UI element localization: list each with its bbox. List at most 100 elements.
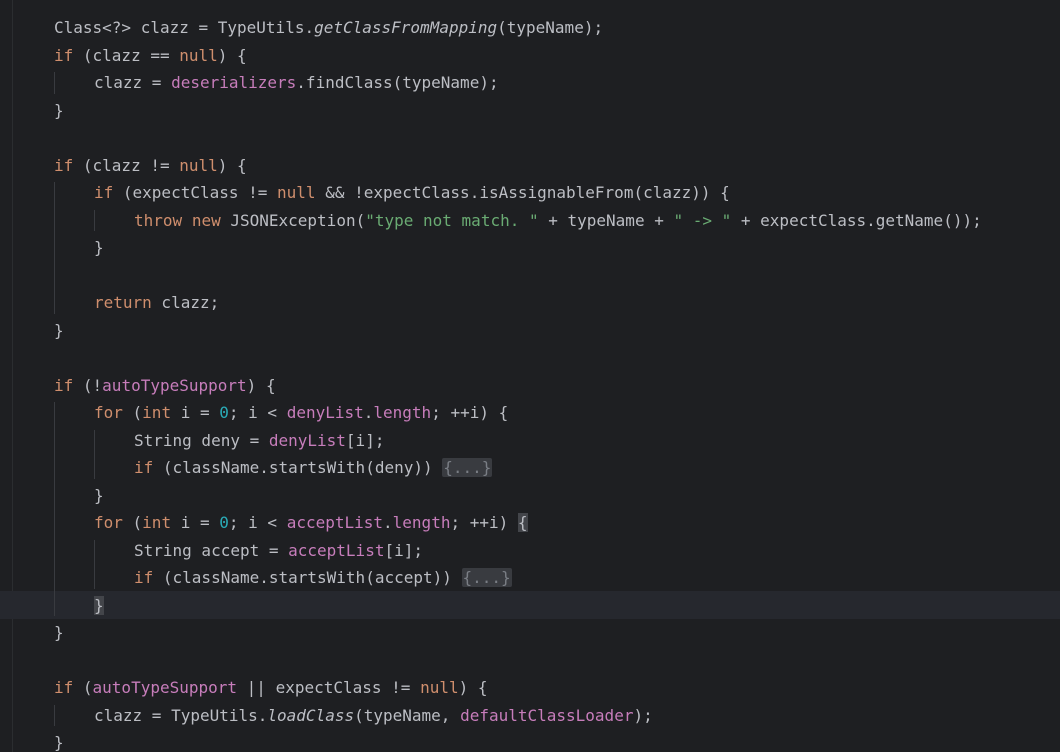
code-token: ) { <box>217 45 247 65</box>
code-line[interactable]: Class<?> clazz = TypeUtils.getClassFromM… <box>54 14 603 42</box>
code-token: clazz = <box>94 73 172 92</box>
keyword-token: if <box>134 458 154 477</box>
code-line[interactable]: for (int i = 0; i < denyList.length; ++i… <box>94 399 508 427</box>
code-line[interactable]: if (className.startsWith(deny)) {...} <box>134 454 493 482</box>
code-line[interactable]: if (autoTypeSupport || expectClass != nu… <box>54 674 488 702</box>
code-token: ; i < <box>228 513 287 532</box>
code-token: [i]; <box>345 430 385 450</box>
code-token: (clazz != <box>73 155 180 175</box>
field-token: acceptList <box>288 540 385 560</box>
code-token: (clazz == <box>73 45 180 65</box>
field-token: length <box>373 403 432 422</box>
indent-guide <box>94 429 95 479</box>
keyword-token: if <box>134 568 154 587</box>
code-line[interactable]: } <box>54 729 64 752</box>
field-token: denyList <box>268 430 346 450</box>
keyword-token: int <box>142 513 172 532</box>
code-line[interactable]: } <box>54 97 64 125</box>
code-token: ) { <box>246 375 276 395</box>
code-token: . <box>383 513 393 532</box>
method-token: loadClass <box>267 705 355 725</box>
code-token: (typeName, <box>354 705 461 725</box>
code-token: (! <box>73 375 103 395</box>
field-token: deserializers <box>171 73 297 92</box>
keyword-token: for <box>94 513 123 532</box>
code-line[interactable]: if (clazz == null) { <box>54 42 247 70</box>
code-token: (expectClass != <box>113 183 278 202</box>
code-token: clazz = TypeUtils. <box>94 705 268 725</box>
code-token: (className.startsWith(accept)) <box>153 568 462 587</box>
string-token: " -> " <box>673 210 732 230</box>
folded-block[interactable]: {...} <box>442 458 493 477</box>
code-line[interactable]: } <box>94 482 104 510</box>
indent-guide <box>54 704 55 726</box>
keyword-token: int <box>142 403 172 422</box>
keyword-token: null <box>277 183 316 202</box>
code-line[interactable]: if (clazz != null) { <box>54 152 247 180</box>
indent-guide <box>54 402 55 616</box>
code-line[interactable]: } <box>54 619 64 647</box>
code-line[interactable]: String accept = acceptList[i]; <box>134 537 423 565</box>
code-line[interactable]: } <box>54 317 64 345</box>
code-line[interactable]: for (int i = 0; i < acceptList.length; +… <box>94 509 528 537</box>
code-token: Class<?> clazz = TypeUtils. <box>54 18 315 37</box>
code-token: JSONException( <box>220 210 366 230</box>
keyword-token: throw <box>134 210 183 230</box>
code-line-current[interactable]: } <box>94 592 104 620</box>
field-token: defaultClassLoader <box>460 705 634 725</box>
code-token: (typeName); <box>497 18 604 37</box>
code-token: (className.startsWith(deny)) <box>153 458 443 477</box>
code-line[interactable]: if (expectClass != null && !expectClass.… <box>94 179 730 207</box>
keyword-token: if <box>54 678 74 697</box>
field-token: denyList <box>286 403 364 422</box>
code-token: ); <box>633 705 653 725</box>
number-token: 0 <box>219 513 229 532</box>
code-token: } <box>54 623 64 642</box>
indent-guide <box>54 72 55 94</box>
code-token: i = <box>171 403 220 422</box>
code-token: ( <box>122 513 143 532</box>
code-token: } <box>94 238 104 257</box>
keyword-token: for <box>94 403 123 422</box>
field-token: autoTypeSupport <box>102 375 247 395</box>
code-line[interactable]: if (!autoTypeSupport) { <box>54 372 276 400</box>
code-token: } <box>54 320 64 340</box>
code-line[interactable]: clazz = deserializers.findClass(typeName… <box>94 69 499 97</box>
keyword-token: return <box>94 293 152 312</box>
field-token: acceptList <box>286 513 384 532</box>
code-token: i = <box>171 513 220 532</box>
matched-brace: } <box>94 595 104 615</box>
method-token: getClassFromMapping <box>314 18 498 37</box>
code-token: clazz; <box>151 293 220 312</box>
keyword-token: if <box>94 183 114 202</box>
folded-block[interactable]: {...} <box>461 568 512 587</box>
keyword-token: if <box>54 375 74 395</box>
code-token: + typeName + <box>538 210 674 230</box>
keyword-token: if <box>54 155 74 175</box>
code-token: .findClass(typeName); <box>296 73 499 92</box>
code-editor[interactable]: Class<?> clazz = TypeUtils.getClassFromM… <box>0 0 1060 752</box>
current-line-highlight <box>0 591 1060 619</box>
indent-guide <box>94 539 95 589</box>
code-token: } <box>94 485 104 505</box>
string-token: "type not match. " <box>365 210 539 230</box>
number-token: 0 <box>219 403 229 422</box>
keyword-token: null <box>420 678 459 697</box>
code-line[interactable]: clazz = TypeUtils.loadClass(typeName, de… <box>94 702 653 730</box>
code-line[interactable]: return clazz; <box>94 289 219 317</box>
keyword-token: new <box>191 210 221 230</box>
code-token: [i]; <box>384 540 423 560</box>
code-token: ( <box>122 403 143 422</box>
code-token: && !expectClass.isAssignableFrom(clazz))… <box>315 183 730 202</box>
field-token: length <box>392 513 451 532</box>
keyword-token: null <box>179 155 218 175</box>
code-token: ( <box>73 678 93 697</box>
code-token: } <box>54 733 64 752</box>
code-token: ) { <box>217 155 247 175</box>
field-token: autoTypeSupport <box>92 678 238 697</box>
code-line[interactable]: if (className.startsWith(accept)) {...} <box>134 564 512 592</box>
code-line[interactable]: } <box>94 234 104 262</box>
code-line[interactable]: throw new JSONException("type not match.… <box>134 207 982 235</box>
code-token: + expectClass.getName()); <box>731 210 982 230</box>
code-line[interactable]: String deny = denyList[i]; <box>134 427 384 455</box>
